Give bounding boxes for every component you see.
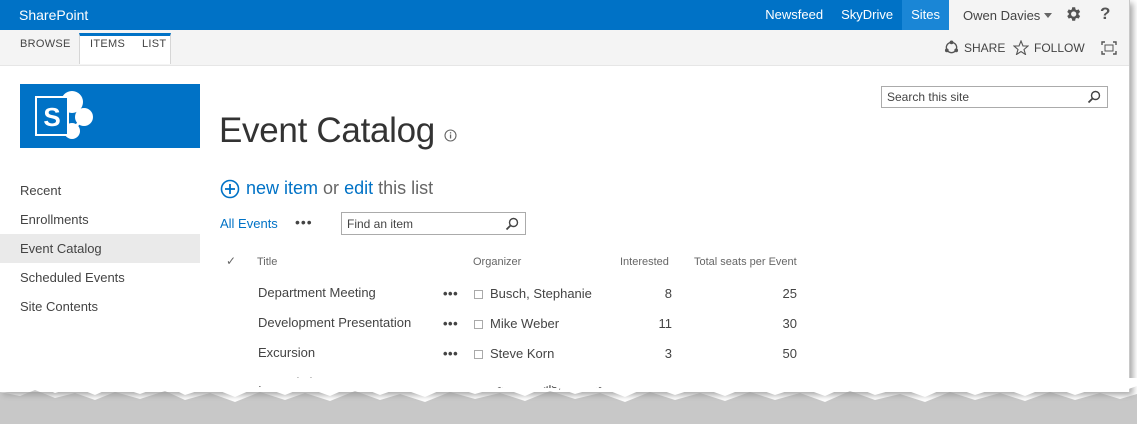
follow-label: FOLLOW — [1034, 40, 1085, 55]
column-header-total-seats[interactable]: Total seats per Event — [694, 256, 797, 268]
presence-indicator-icon — [474, 320, 483, 329]
gear-icon[interactable] — [1064, 5, 1084, 25]
organizer-name[interactable]: Busch, Stephanie — [490, 286, 592, 301]
page-title: Event Catalog — [219, 111, 435, 150]
table-row[interactable]: Development Presentation ••• Mike Weber … — [0, 315, 820, 345]
sites-link[interactable]: Sites — [902, 0, 949, 30]
row-menu-ellipsis[interactable]: ••• — [443, 346, 458, 361]
search-icon[interactable] — [1087, 90, 1101, 109]
nav-item-event-catalog[interactable]: Event Catalog — [0, 234, 200, 263]
sharepoint-window: SharePoint Newsfeed SkyDrive Sites Owen … — [0, 0, 1130, 392]
star-icon — [1013, 40, 1029, 55]
new-item-link[interactable]: new item — [246, 178, 318, 199]
new-item-bar: new item or edit this list — [220, 178, 433, 199]
share-label: SHARE — [964, 40, 1006, 55]
event-title[interactable]: Department Meeting — [258, 285, 376, 300]
event-title[interactable]: Excursion — [258, 345, 315, 360]
presence-indicator-icon — [474, 290, 483, 299]
focus-on-content-icon[interactable] — [1101, 41, 1117, 60]
this-list-text: this list — [378, 178, 434, 198]
row-menu-ellipsis[interactable]: ••• — [443, 286, 458, 301]
select-all-checkmark-icon[interactable]: ✓ — [226, 254, 236, 268]
user-name: Owen Davies — [963, 8, 1041, 23]
help-icon[interactable]: ? — [1100, 4, 1110, 24]
share-icon — [944, 40, 959, 54]
find-item-box — [341, 212, 526, 235]
organizer-name[interactable]: Steve Korn — [490, 346, 554, 361]
total-seats: 50 — [782, 346, 797, 361]
site-search-input[interactable] — [882, 87, 1087, 107]
user-menu[interactable]: Owen Davies — [963, 8, 1053, 23]
suite-links: Newsfeed SkyDrive Sites — [756, 0, 949, 30]
event-title[interactable]: Development Presentation — [258, 315, 411, 330]
search-icon[interactable] — [505, 217, 519, 236]
site-search-box — [881, 86, 1108, 108]
view-all-events[interactable]: All Events — [220, 216, 278, 231]
column-header-interested[interactable]: Interested — [620, 256, 669, 268]
table-row[interactable]: Department Meeting ••• Busch, Stephanie … — [0, 285, 820, 315]
tab-items[interactable]: ITEMS — [90, 38, 125, 50]
torn-edge-decoration — [0, 378, 1137, 424]
follow-button[interactable]: FOLLOW — [1013, 40, 1085, 55]
info-icon[interactable] — [444, 129, 457, 147]
ribbon: BROWSE ITEMS LIST SHARE FOLLOW — [0, 30, 1129, 66]
sharepoint-logo-icon: S — [35, 91, 93, 139]
nav-item-enrollments[interactable]: Enrollments — [0, 205, 200, 234]
svg-text:S: S — [43, 102, 60, 132]
find-item-input[interactable] — [342, 213, 502, 234]
total-seats: 25 — [782, 286, 797, 301]
row-menu-ellipsis[interactable]: ••• — [443, 316, 458, 331]
interested-count: 3 — [664, 346, 672, 361]
add-circle-icon[interactable] — [220, 179, 240, 199]
table-row[interactable]: Excursion ••• Steve Korn 3 50 — [0, 345, 820, 375]
tab-browse[interactable]: BROWSE — [20, 38, 71, 50]
share-button[interactable]: SHARE — [944, 40, 1005, 55]
column-header-organizer[interactable]: Organizer — [473, 256, 521, 268]
interested-count: 8 — [664, 286, 672, 301]
presence-indicator-icon — [474, 350, 483, 359]
skydrive-link[interactable]: SkyDrive — [832, 0, 902, 30]
chevron-down-icon — [1044, 13, 1053, 18]
suite-bar: SharePoint Newsfeed SkyDrive Sites Owen … — [0, 0, 1129, 30]
column-header-title[interactable]: Title — [257, 256, 277, 268]
tab-list[interactable]: LIST — [142, 38, 166, 50]
newsfeed-link[interactable]: Newsfeed — [756, 0, 832, 30]
user-area: Owen Davies ? — [949, 0, 1129, 30]
interested-count: 11 — [658, 316, 673, 331]
organizer-name[interactable]: Mike Weber — [490, 316, 559, 331]
site-logo[interactable]: S — [20, 84, 200, 148]
or-text: or — [323, 178, 340, 198]
nav-item-recent[interactable]: Recent — [0, 176, 200, 205]
sharepoint-brand[interactable]: SharePoint — [19, 7, 88, 23]
total-seats: 30 — [782, 316, 797, 331]
view-more-ellipsis[interactable]: ••• — [295, 214, 313, 230]
edit-link[interactable]: edit — [344, 178, 373, 199]
